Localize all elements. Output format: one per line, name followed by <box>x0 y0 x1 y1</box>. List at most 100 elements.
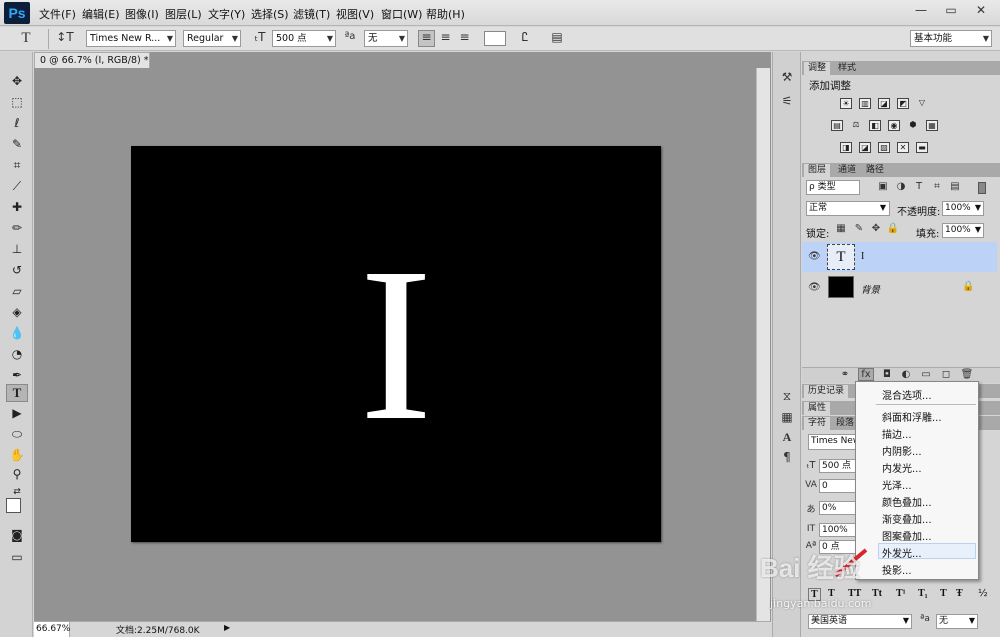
small-caps-button[interactable]: Tt <box>872 588 882 599</box>
selective-color-icon[interactable]: ✕ <box>897 142 909 153</box>
tsume-field[interactable]: 0% <box>819 501 859 515</box>
anti-alias-select[interactable]: 无 ▼ <box>364 30 408 47</box>
layer-name[interactable]: I <box>861 251 864 262</box>
menu-window[interactable]: 窗口(W) <box>381 6 422 22</box>
crop-tool-icon[interactable]: ⌗ <box>6 156 28 174</box>
menu-inner-glow[interactable]: 内发光... <box>882 460 922 475</box>
curves-icon[interactable]: ◪ <box>878 98 890 109</box>
clone-stamp-tool-icon[interactable]: ⊥ <box>6 240 28 258</box>
brush-tool-icon[interactable]: ✏ <box>6 219 28 237</box>
lock-transparent-icon[interactable]: ▦ <box>834 223 848 234</box>
marquee-tool-icon[interactable]: ⬚ <box>6 93 28 111</box>
align-right-icon[interactable]: ≡ <box>456 30 473 44</box>
language-select[interactable]: 美国英语 ▼ <box>808 614 912 629</box>
screen-mode-icon[interactable]: ▭ <box>6 548 28 566</box>
link-layers-icon[interactable]: ⚭ <box>838 369 852 380</box>
strikethrough-button[interactable]: Ŧ <box>956 588 963 599</box>
color-lookup-icon[interactable]: ▦ <box>926 120 938 131</box>
maximize-button[interactable]: ▭ <box>936 0 966 20</box>
menu-edit[interactable]: 编辑(E) <box>82 6 120 22</box>
pen-tool-icon[interactable]: ✒ <box>6 366 28 384</box>
levels-icon[interactable]: ▥ <box>859 98 871 109</box>
fx-icon[interactable]: fx <box>858 368 874 381</box>
vertical-scrollbar[interactable] <box>756 68 770 621</box>
minimize-button[interactable]: — <box>906 0 936 20</box>
gradient-map-icon[interactable]: ▬ <box>916 142 928 153</box>
filter-type-icon[interactable]: T <box>912 181 926 192</box>
font-family-select[interactable]: Times New R... ▼ <box>86 30 176 47</box>
blend-mode-select[interactable]: 正常 ▼ <box>806 201 890 216</box>
menu-filter[interactable]: 滤镜(T) <box>293 6 330 22</box>
hand-tool-icon[interactable]: ✋ <box>6 446 28 464</box>
align-center-icon[interactable]: ≡ <box>437 30 454 44</box>
canvas[interactable]: I <box>131 146 661 542</box>
close-button[interactable]: ✕ <box>966 0 996 20</box>
type-tool-icon[interactable]: T <box>6 384 28 402</box>
vibrance-icon[interactable]: ▽ <box>916 98 928 109</box>
text-orientation-icon[interactable]: ↕T <box>56 30 74 44</box>
superscript-button[interactable]: T¹ <box>896 588 906 599</box>
menu-color-overlay[interactable]: 颜色叠加... <box>882 494 932 509</box>
paint-bucket-tool-icon[interactable]: ◈ <box>6 303 28 321</box>
menu-outer-glow[interactable]: 外发光... <box>882 545 922 560</box>
fractions-button[interactable]: ½ <box>978 588 988 599</box>
path-select-tool-icon[interactable]: ▶ <box>6 404 28 422</box>
move-tool-icon[interactable]: ✥ <box>6 72 28 90</box>
trash-icon[interactable]: 🗑 <box>960 369 974 380</box>
new-layer-icon[interactable]: ◻ <box>939 369 953 380</box>
channel-mixer-icon[interactable]: ⬢ <box>907 120 919 131</box>
status-menu-arrow-icon[interactable]: ▶ <box>224 623 230 632</box>
tab-layers[interactable]: 图层 <box>804 164 831 177</box>
tool-presets-icon[interactable]: ⚒ <box>779 70 795 84</box>
hue-saturation-icon[interactable]: ▤ <box>831 120 843 131</box>
lock-pixels-icon[interactable]: ✎ <box>852 223 866 234</box>
menu-drop-shadow[interactable]: 投影... <box>882 562 912 577</box>
filter-pixel-icon[interactable]: ▣ <box>876 181 890 192</box>
text-color-swatch[interactable] <box>484 31 506 46</box>
ellipse-tool-icon[interactable]: ⬭ <box>6 425 28 443</box>
tab-properties[interactable]: 属性 <box>804 402 831 415</box>
vertical-scale-field[interactable]: 100% <box>819 523 859 537</box>
menu-view[interactable]: 视图(V) <box>336 6 374 22</box>
lasso-tool-icon[interactable]: ℓ <box>6 114 28 132</box>
layer-filter-select[interactable]: ρ 类型 <box>806 180 860 195</box>
menu-type[interactable]: 文字(Y) <box>208 6 245 22</box>
menu-bevel-emboss[interactable]: 斜面和浮雕... <box>882 409 942 424</box>
workspace-select[interactable]: 基本功能 ▼ <box>910 30 992 47</box>
layer-row-background[interactable]: 👁 背景 🔒 <box>802 273 997 303</box>
lock-position-icon[interactable]: ✥ <box>869 223 883 234</box>
underline-button[interactable]: T <box>940 588 947 599</box>
tab-channels[interactable]: 通道 <box>834 164 860 177</box>
layer-name[interactable]: 背景 <box>861 282 880 296</box>
menu-file[interactable]: 文件(F) <box>39 6 76 22</box>
threshold-icon[interactable]: ▨ <box>878 142 890 153</box>
filter-smart-icon[interactable]: ▤ <box>948 181 962 192</box>
font-size-select[interactable]: 500 点 ▼ <box>272 30 336 47</box>
character-panel-icon[interactable]: A <box>779 430 795 445</box>
menu-blending-options[interactable]: 混合选项... <box>882 387 932 402</box>
adjust-sliders-icon[interactable]: ⚟ <box>779 94 795 108</box>
posterize-icon[interactable]: ◪ <box>859 142 871 153</box>
warp-text-icon[interactable]: Ꮭ <box>516 30 534 45</box>
blur-tool-icon[interactable]: 💧 <box>6 324 28 342</box>
layer-row-text[interactable]: 👁 T I <box>802 242 997 272</box>
char-size-field[interactable]: 500 点 <box>819 459 859 473</box>
history-brush-tool-icon[interactable]: ↺ <box>6 261 28 279</box>
paragraph-panel-icon[interactable]: ¶ <box>779 450 795 464</box>
char-panel-toggle-icon[interactable]: ▤ <box>548 30 566 44</box>
eyedropper-tool-icon[interactable]: ⟋ <box>6 177 28 195</box>
filter-adjust-icon[interactable]: ◑ <box>894 181 908 192</box>
tab-paths[interactable]: 路径 <box>862 164 888 177</box>
tab-styles[interactable]: 样式 <box>834 62 860 75</box>
brightness-icon[interactable]: ☀ <box>840 98 852 109</box>
foreground-color-swatch[interactable] <box>6 498 21 513</box>
adjustment-layer-icon[interactable]: ◐ <box>899 369 913 380</box>
new-group-icon[interactable]: ▭ <box>919 369 933 380</box>
menu-inner-shadow[interactable]: 内阴影... <box>882 443 922 458</box>
opacity-field[interactable]: 100% ▼ <box>942 201 984 216</box>
canvas-text-layer[interactable]: I <box>131 234 661 454</box>
subscript-button[interactable]: T₁ <box>918 588 928 599</box>
photo-filter-icon[interactable]: ◉ <box>888 120 900 131</box>
quick-select-tool-icon[interactable]: ✎ <box>6 135 28 153</box>
properties-icon[interactable]: ▦ <box>779 410 795 424</box>
